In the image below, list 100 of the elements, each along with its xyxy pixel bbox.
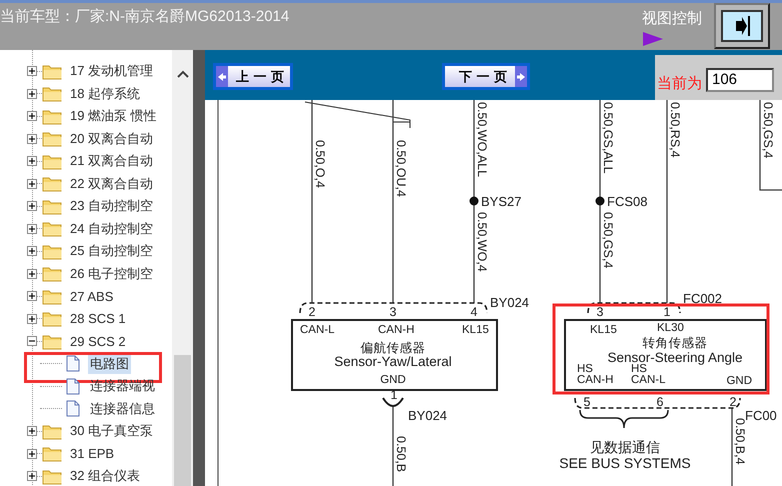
expand-icon[interactable] — [27, 314, 37, 324]
tree-item[interactable]: 30 电子真空泵 — [68, 421, 156, 442]
expand-icon[interactable] — [27, 156, 37, 166]
connector-label: BY024 — [490, 295, 530, 310]
tree-item[interactable]: 24 自动控制空 — [68, 218, 156, 239]
pin-number: 2 — [308, 305, 316, 319]
expand-icon[interactable] — [27, 66, 37, 76]
folder-icon — [42, 265, 63, 282]
tree-item[interactable]: 20 双离合自动 — [68, 128, 156, 149]
tree-item[interactable]: 电路图 — [88, 354, 131, 374]
document-icon — [66, 400, 80, 418]
tree-item[interactable]: 18 起停系统 — [68, 84, 142, 104]
component-name: 转角传感器 — [642, 336, 708, 350]
wire-label: 0.50,B,4 — [733, 418, 747, 465]
pin-number: 6 — [656, 395, 664, 409]
terminal-label: HS — [631, 363, 647, 375]
component-name: Sensor-Steering Angle — [607, 350, 743, 365]
tree-item[interactable]: 23 自动控制空 — [68, 196, 156, 216]
pin-number: 1 — [390, 388, 398, 402]
tree-item[interactable]: 21 双离合自动 — [68, 151, 156, 172]
expand-icon[interactable] — [27, 111, 37, 122]
tree-item[interactable]: 32 组合仪表 — [68, 466, 142, 486]
component-name: 偏航传感器 — [360, 341, 426, 355]
expand-icon[interactable] — [27, 224, 37, 234]
collapse-icon[interactable] — [27, 336, 37, 346]
wire-label: 0.50,GS,4 — [601, 212, 615, 268]
expand-icon[interactable] — [27, 88, 37, 99]
tree-item[interactable]: 连接器信息 — [88, 398, 157, 419]
tree-item[interactable]: 连接器端视 — [88, 376, 157, 396]
terminal-label: CAN-H — [378, 324, 414, 336]
splice-label: BYS27 — [481, 194, 522, 209]
scroll-up-icon[interactable] — [176, 70, 188, 78]
triangle-icon — [642, 31, 664, 47]
folder-icon — [42, 175, 63, 192]
wire-label: 0.50,GS,ALL — [601, 102, 615, 174]
terminal-label: CAN-L — [300, 324, 335, 336]
next-page-button[interactable]: 下 一 页 — [442, 63, 530, 90]
document-icon — [66, 355, 80, 372]
expand-icon[interactable] — [27, 201, 37, 212]
previous-page-button[interactable]: 上 一 页 — [213, 63, 294, 90]
expand-icon[interactable] — [27, 178, 37, 189]
pin-number: 3 — [390, 305, 396, 319]
tree-item[interactable]: 31 EPB — [68, 445, 116, 462]
bus-note: 见数据通信 — [590, 439, 660, 455]
right-arrow-icon — [516, 72, 526, 82]
wire-label: 0.50,WO,4 — [475, 212, 489, 272]
expand-icon[interactable] — [27, 246, 37, 256]
terminal-label: CAN-L — [631, 374, 666, 386]
expand-icon[interactable] — [27, 291, 37, 302]
pin-number: 5 — [584, 395, 590, 409]
tree-item[interactable]: 19 燃油泵 惯性 — [68, 106, 159, 126]
expand-icon[interactable] — [27, 448, 37, 459]
terminal-label: CAN-H — [577, 374, 614, 386]
terminal-label: GND — [726, 375, 752, 387]
expand-icon[interactable] — [27, 426, 37, 436]
folder-icon — [42, 108, 63, 125]
wire-label: 0.50,O,4 — [313, 140, 327, 188]
vehicle-title: 当前车型：厂家:N-南京名爵MG62013-2014 — [0, 7, 290, 26]
arrow-bar-icon — [733, 15, 751, 37]
view-toggle-button[interactable] — [714, 3, 770, 49]
folder-icon — [42, 85, 63, 102]
terminal-label: KL15 — [462, 324, 489, 336]
tree-item[interactable]: 29 SCS 2 — [68, 332, 128, 350]
folder-icon — [42, 310, 63, 328]
folder-icon — [42, 152, 63, 170]
tree-item[interactable]: 17 发动机管理 — [68, 61, 156, 82]
wire-label: 0.50,RS,4 — [668, 102, 682, 158]
tree-item[interactable]: 22 双离合自动 — [68, 174, 156, 194]
connector-label: FC002 — [683, 291, 722, 306]
tree-item[interactable]: 26 电子控制空 — [68, 264, 156, 284]
page-number-field[interactable]: 106 — [706, 68, 774, 92]
tree-item[interactable]: 25 自动控制空 — [68, 241, 156, 262]
folder-icon — [42, 422, 63, 440]
folder-icon — [42, 288, 63, 305]
bus-note: SEE BUS SYSTEMS — [559, 455, 691, 471]
tree-item[interactable]: 27 ABS — [68, 288, 116, 305]
terminal-label: KL30 — [657, 322, 684, 334]
terminal-label: HS — [577, 363, 593, 375]
folder-icon — [42, 220, 63, 238]
tree-item[interactable]: 28 SCS 1 — [68, 310, 128, 328]
wire-label: 0.50,B — [394, 436, 408, 472]
folder-icon — [42, 332, 63, 350]
component-name: Sensor-Yaw/Lateral — [334, 354, 452, 369]
scrollbar-thumb[interactable] — [174, 355, 191, 486]
connector-label: FC00 — [745, 408, 777, 423]
left-arrow-icon — [217, 72, 227, 82]
folder-icon — [42, 198, 63, 215]
pin-number: 1 — [664, 305, 670, 319]
pin-number: 3 — [596, 305, 604, 319]
folder-icon — [42, 130, 63, 148]
folder-icon — [42, 242, 63, 260]
folder-icon — [42, 445, 63, 462]
expand-icon[interactable] — [27, 471, 37, 482]
terminal-label: KL15 — [590, 324, 617, 336]
wire-label: 0.50,OU,4 — [394, 140, 408, 197]
terminal-label: GND — [380, 374, 406, 386]
expand-icon[interactable] — [27, 134, 37, 144]
connector-outline — [382, 397, 404, 407]
pin-number: 4 — [470, 305, 478, 319]
expand-icon[interactable] — [27, 268, 37, 279]
